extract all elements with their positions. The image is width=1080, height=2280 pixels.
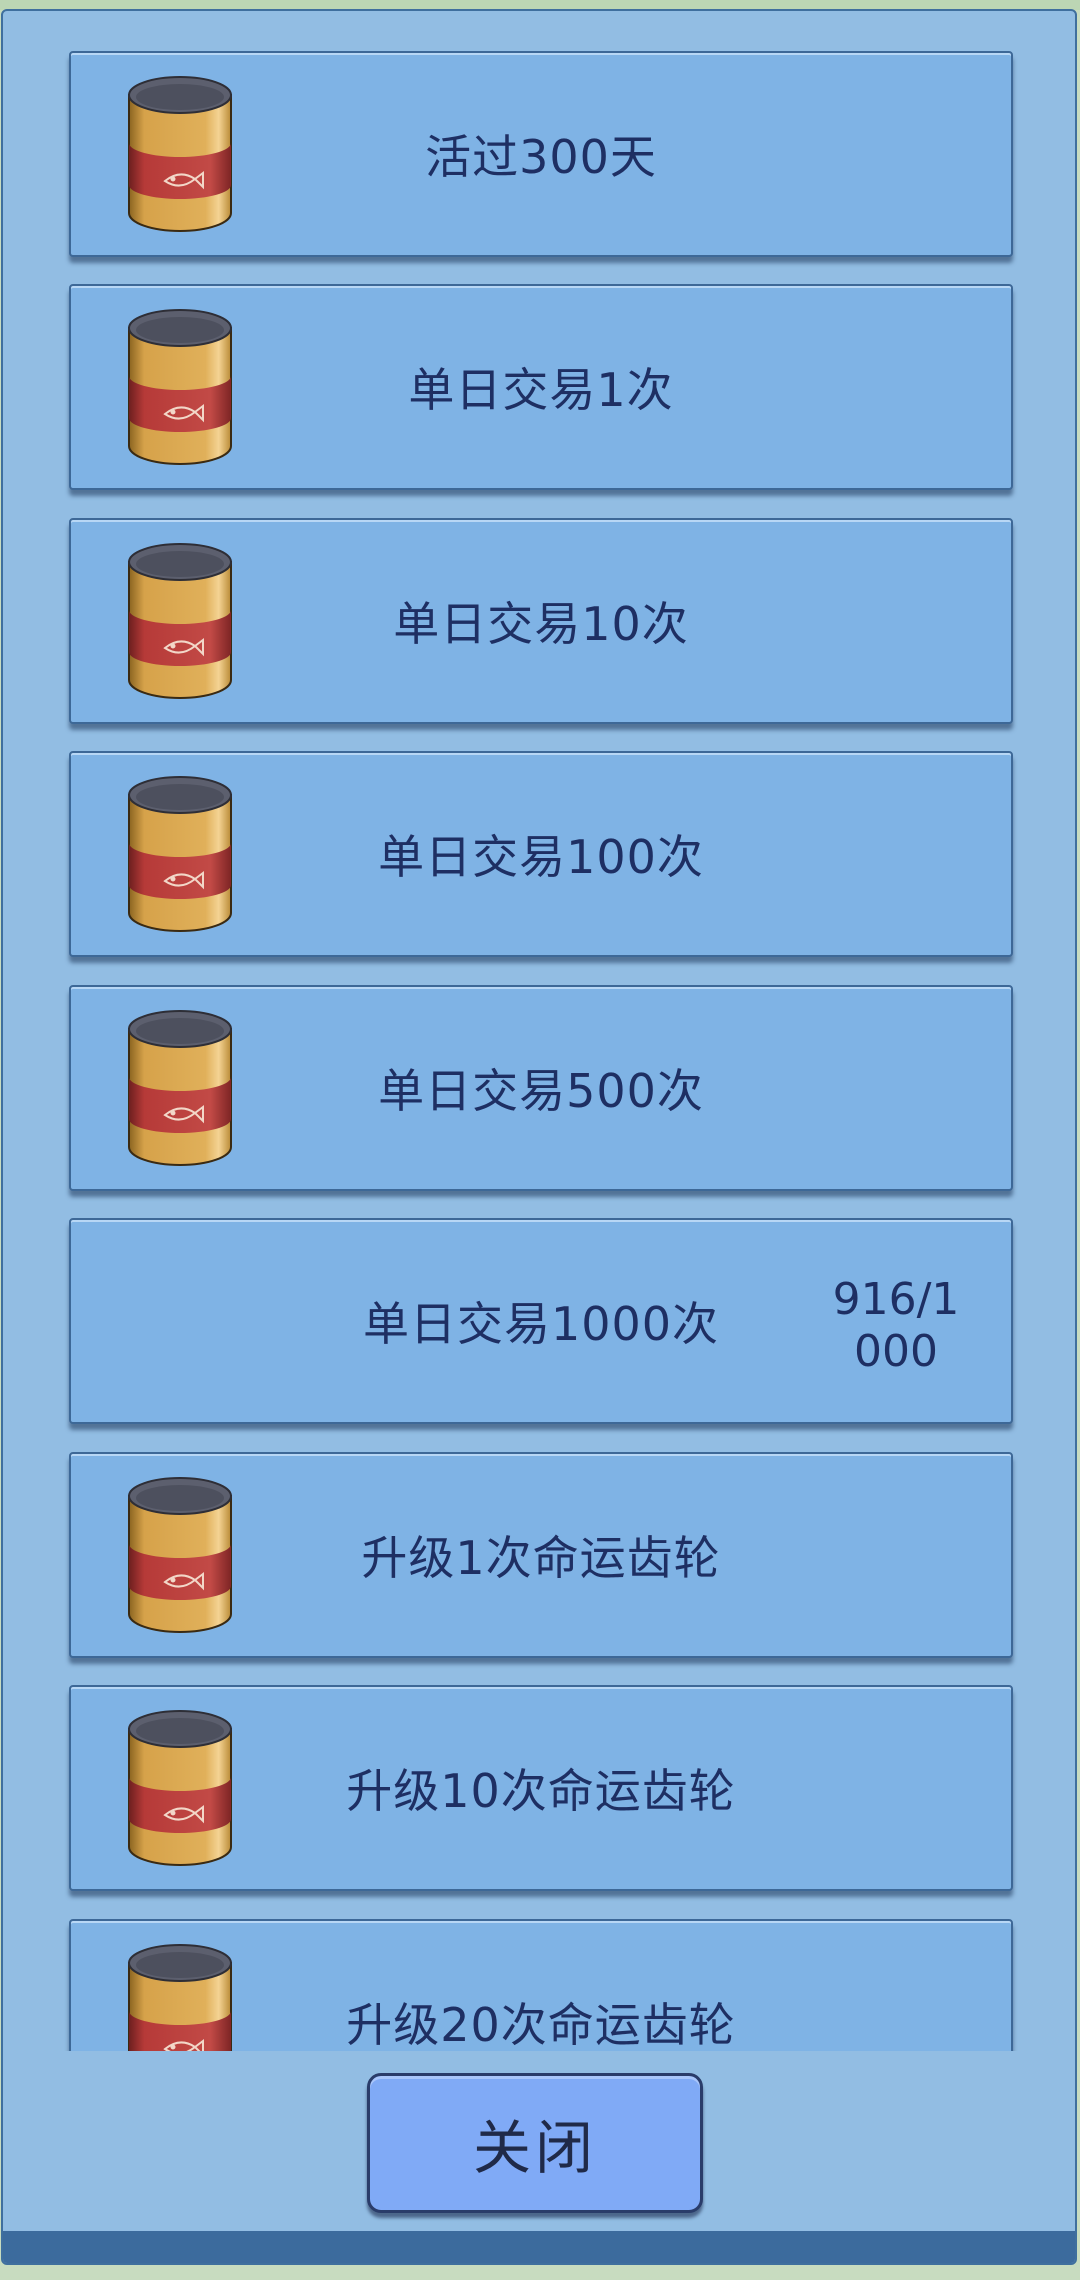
achievement-title: 升级10次命运齿轮 [346,1764,736,1818]
achievement-item[interactable]: 单日交易10次 [69,518,1013,724]
achievement-title: 单日交易500次 [378,1064,704,1118]
achievement-title: 升级1次命运齿轮 [361,1531,721,1585]
achievement-title: 升级20次命运齿轮 [346,1998,736,2051]
bottom-bar [3,2231,1075,2263]
achievement-list[interactable]: 活过300天 单日交易1次 单日交易10次 单日交易100次 单日交易500次 … [3,11,1075,2051]
achievement-title: 单日交易100次 [378,830,704,884]
achievement-item[interactable]: 单日交易500次 [69,985,1013,1191]
achievement-title: 活过300天 [425,130,657,184]
achievement-item[interactable]: 单日交易1000次 916/1000 [69,1218,1013,1424]
achievement-title: 单日交易10次 [393,597,689,651]
achievement-title: 单日交易1次 [408,363,674,417]
achievement-progress: 916/1000 [832,1274,960,1377]
achievement-item[interactable]: 升级20次命运齿轮 [69,1919,1013,2051]
achievement-item[interactable]: 单日交易100次 [69,751,1013,957]
achievement-item[interactable]: 升级10次命运齿轮 [69,1685,1013,1891]
achievement-item[interactable]: 单日交易1次 [69,284,1013,490]
close-button[interactable]: 关闭 [367,2073,703,2213]
achievement-panel: 活过300天 单日交易1次 单日交易10次 单日交易100次 单日交易500次 … [1,9,1077,2265]
achievement-item[interactable]: 活过300天 [69,51,1013,257]
achievement-item[interactable]: 升级1次命运齿轮 [69,1452,1013,1658]
